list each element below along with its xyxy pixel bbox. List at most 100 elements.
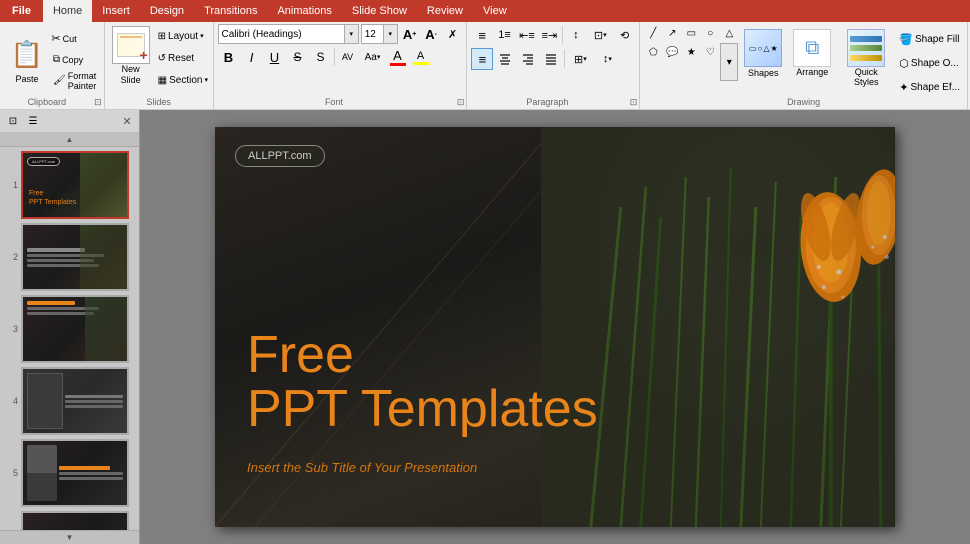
format-painter-button[interactable]: 🖌 Format Painter <box>50 71 102 91</box>
effects-icon: ✦ <box>899 81 908 94</box>
shapes-button[interactable]: ▭○ △★ Shapes <box>742 26 784 81</box>
paragraph-expand[interactable]: ⊡ <box>630 97 638 108</box>
smartart-button[interactable]: ⟲ <box>614 24 635 46</box>
numbering-button[interactable]: 1≡ <box>494 24 515 46</box>
section-icon: ▦ <box>158 75 167 86</box>
arrange-button[interactable]: ⧉ Arrange <box>788 26 836 80</box>
slide-2-thumb[interactable] <box>21 223 129 291</box>
underline-button[interactable]: U <box>264 46 286 68</box>
shapes-label: Shapes <box>748 68 779 78</box>
font-grow-button[interactable]: A+ <box>400 24 420 44</box>
shape-oval[interactable]: ○ <box>701 24 719 42</box>
paste-button[interactable]: 📋 Paste <box>6 34 48 86</box>
align-left-button[interactable]: ≡ <box>471 48 493 70</box>
shape-triangle[interactable]: △ <box>720 24 738 42</box>
align-text-button[interactable]: ⊡▾ <box>588 24 613 46</box>
font-color-button[interactable]: A <box>387 46 409 68</box>
slide-1-thumb[interactable]: ALLPPT.com FreePPT Templates <box>21 151 129 219</box>
shape-rect[interactable]: ▭ <box>682 24 700 42</box>
tab-design[interactable]: Design <box>140 0 194 22</box>
shape-callout[interactable]: 💬 <box>663 43 681 61</box>
quick-styles-label: QuickStyles <box>854 67 879 87</box>
shape-more[interactable]: ▾ <box>720 43 738 81</box>
clear-format-button[interactable]: ✗ <box>443 24 463 44</box>
shape-line[interactable]: ╱ <box>644 24 662 42</box>
panel-icon-1[interactable]: ⊡ <box>4 112 22 130</box>
tab-transitions[interactable]: Transitions <box>194 0 267 22</box>
font-label: Font <box>214 97 455 107</box>
drawing-group: ╱ ↗ ▭ ○ △ ⬠ 💬 ★ ♡ ▾ <box>640 22 968 109</box>
font-size-dropdown[interactable]: ▾ <box>383 25 397 43</box>
cut-button[interactable]: ✂ Cut <box>50 29 78 49</box>
shape-arrow[interactable]: ↗ <box>663 24 681 42</box>
shape-outline-button[interactable]: ⬡ Shape O... <box>896 52 963 74</box>
drawing-label: Drawing <box>640 97 967 107</box>
tab-slideshow[interactable]: Slide Show <box>342 0 417 22</box>
new-slide-label: NewSlide <box>121 64 141 86</box>
strikethrough-button[interactable]: S <box>287 46 309 68</box>
justify-button[interactable] <box>540 48 562 70</box>
slide-4-thumb[interactable] <box>21 367 129 435</box>
slides-group: + NewSlide ⊞ Layout ▾ ↺ Reset ▦ <box>105 22 214 109</box>
shape-heart[interactable]: ♡ <box>701 43 719 61</box>
text-shadow-button[interactable]: S <box>310 46 332 68</box>
slide-subtitle: Insert the Sub Title of Your Presentatio… <box>247 460 477 475</box>
line-spacing-button[interactable]: ↕▾ <box>594 48 620 70</box>
clipboard-expand[interactable]: ⊡ <box>94 97 102 108</box>
bullets-button[interactable]: ≡ <box>471 24 492 46</box>
font-name-selector[interactable]: Calibri (Headings) ▾ <box>218 24 359 44</box>
slide-canvas[interactable]: ALLPPT.com Free PPT Templates Insert the… <box>215 127 895 527</box>
slide-3-number: 3 <box>8 324 18 334</box>
font-expand[interactable]: ⊡ <box>457 97 465 108</box>
tab-animations[interactable]: Animations <box>267 0 341 22</box>
tab-view[interactable]: View <box>473 0 517 22</box>
clipboard-group: 📋 Paste ✂ Cut ⧉ Copy 🖌 Format Painter <box>2 22 105 109</box>
tab-file[interactable]: File <box>0 0 43 22</box>
bold-button[interactable]: B <box>218 46 240 68</box>
format-painter-icon: 🖌 <box>53 75 66 86</box>
align-right-button[interactable] <box>517 48 539 70</box>
columns-button[interactable]: ⊞▾ <box>567 48 593 70</box>
copy-button[interactable]: ⧉ Copy <box>50 50 86 70</box>
fill-icon: 🪣 <box>899 33 913 46</box>
reset-button[interactable]: ↺ Reset <box>155 48 211 68</box>
panel-scroll-down[interactable]: ▼ <box>0 530 139 544</box>
text-direction-button[interactable]: ↕ <box>565 24 586 46</box>
quick-styles-button[interactable]: QuickStyles <box>840 26 892 90</box>
font-shrink-button[interactable]: A- <box>421 24 441 44</box>
shape-star[interactable]: ★ <box>682 43 700 61</box>
panel-icon-2[interactable]: ☰ <box>24 112 42 130</box>
char-spacing-button[interactable]: AV <box>337 46 359 68</box>
slide-title: Free PPT Templates <box>247 328 598 437</box>
italic-button[interactable]: I <box>241 46 263 68</box>
align-center-button[interactable] <box>494 48 516 70</box>
slide-4-number: 4 <box>8 396 18 406</box>
decrease-indent-button[interactable]: ⇤≡ <box>516 24 537 46</box>
layout-button[interactable]: ⊞ Layout ▾ <box>155 26 211 46</box>
shape-pentagon[interactable]: ⬠ <box>644 43 662 61</box>
new-slide-button[interactable]: + NewSlide <box>109 24 153 88</box>
tab-insert[interactable]: Insert <box>92 0 140 22</box>
font-name-dropdown[interactable]: ▾ <box>344 25 358 43</box>
font-group: Calibri (Headings) ▾ 12 ▾ A+ A- ✗ B I U <box>214 22 468 109</box>
slides-label: Slides <box>105 97 213 107</box>
tab-review[interactable]: Review <box>417 0 473 22</box>
shape-fill-button[interactable]: 🪣 Shape Fill <box>896 28 963 50</box>
section-dropdown-icon: ▾ <box>204 76 208 84</box>
section-button[interactable]: ▦ Section ▾ <box>155 70 211 90</box>
font-size-selector[interactable]: 12 ▾ <box>361 24 398 44</box>
arrange-label: Arrange <box>796 67 828 77</box>
clipboard-group-content: 📋 Paste ✂ Cut ⧉ Copy 🖌 Format Painter <box>6 24 100 95</box>
slide-5-thumb[interactable] <box>21 439 129 507</box>
slide-6-thumb[interactable] <box>21 511 129 530</box>
change-case-button[interactable]: Aa▾ <box>360 46 386 68</box>
increase-indent-button[interactable]: ≡⇥ <box>539 24 560 46</box>
reset-icon: ↺ <box>158 53 166 64</box>
panel-scroll-up[interactable]: ▲ <box>0 133 139 147</box>
shape-effects-button[interactable]: ✦ Shape Ef... <box>896 76 963 98</box>
slide-3-thumb[interactable] <box>21 295 129 363</box>
tab-home[interactable]: Home <box>43 0 92 22</box>
panel-close-button[interactable]: ✕ <box>119 113 135 129</box>
scissors-icon: ✂ <box>51 32 60 45</box>
highlight-button[interactable]: A <box>410 46 432 68</box>
